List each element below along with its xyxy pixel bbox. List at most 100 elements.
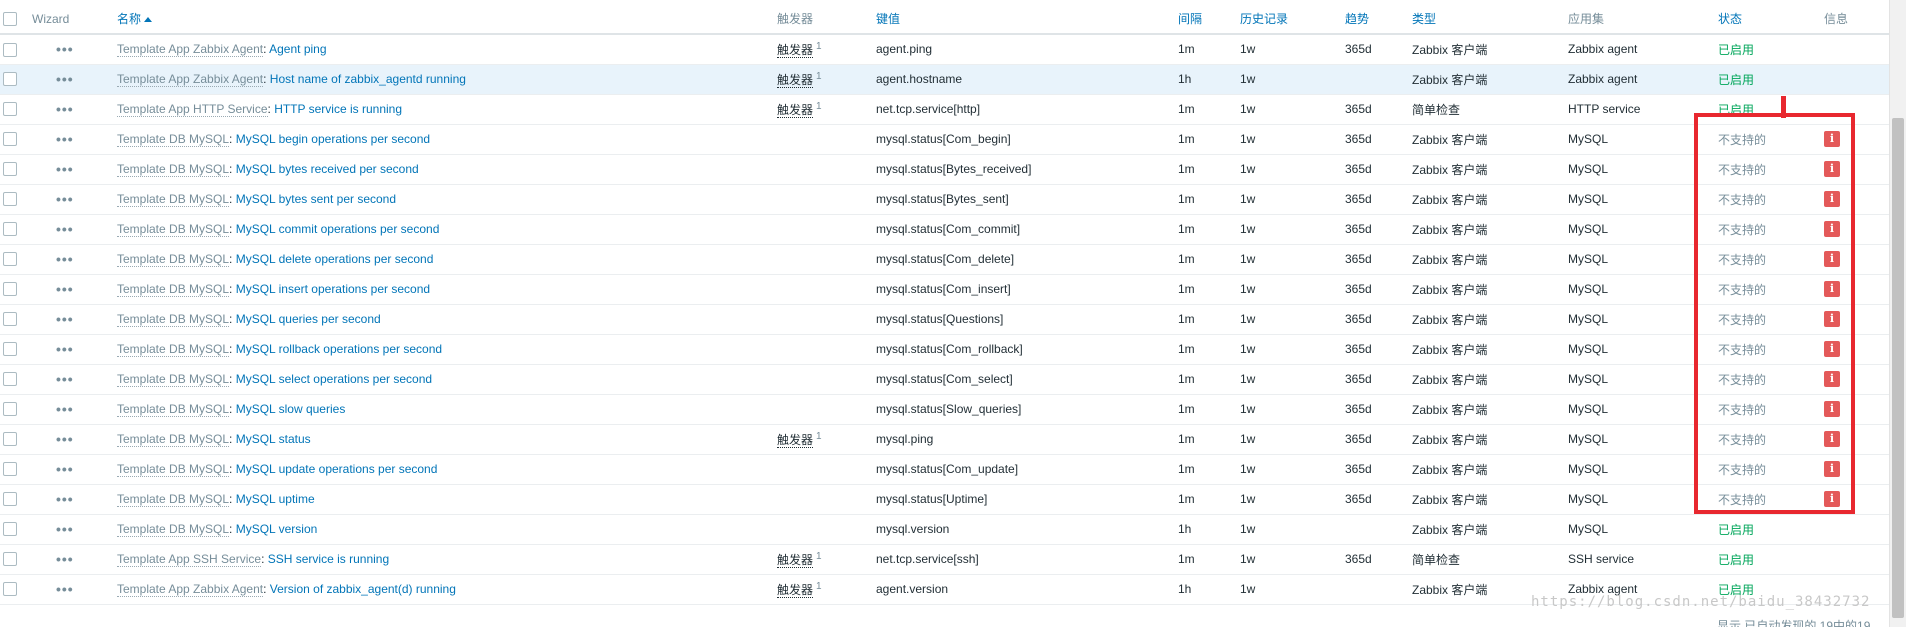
row-checkbox[interactable] [3,162,17,177]
row-checkbox[interactable] [3,282,17,297]
template-link[interactable]: Template DB MySQL [117,222,230,237]
scrollbar-thumb[interactable] [1892,118,1904,618]
item-name-link[interactable]: MySQL delete operations per second [236,252,434,266]
triggers-link[interactable]: 触发器 [777,552,814,568]
item-name-link[interactable]: MySQL uptime [236,492,315,506]
error-info-icon[interactable]: i [1824,371,1840,387]
item-name-link[interactable]: MySQL insert operations per second [236,282,430,296]
row-checkbox[interactable] [3,42,17,57]
item-name-link[interactable]: MySQL slow queries [236,402,346,416]
row-checkbox[interactable] [3,582,17,597]
header-history-link[interactable]: 历史记录 [1240,12,1288,26]
status-toggle-link[interactable]: 已启用 [1718,553,1754,567]
item-name-link[interactable]: MySQL status [236,432,311,446]
wizard-menu-icon[interactable]: ••• [56,191,74,207]
row-checkbox[interactable] [3,192,17,207]
row-checkbox[interactable] [3,72,17,87]
template-link[interactable]: Template App Zabbix Agent [117,42,264,58]
wizard-menu-icon[interactable]: ••• [56,401,74,417]
template-link[interactable]: Template DB MySQL [117,132,230,147]
header-type-link[interactable]: 类型 [1412,12,1436,26]
error-info-icon[interactable]: i [1824,341,1840,357]
template-link[interactable]: Template DB MySQL [117,282,230,297]
status-toggle-link[interactable]: 不支持的 [1718,403,1766,417]
error-info-icon[interactable]: i [1824,191,1840,207]
wizard-menu-icon[interactable]: ••• [56,431,74,447]
row-checkbox[interactable] [3,492,17,507]
item-name-link[interactable]: MySQL update operations per second [236,462,438,476]
header-status-link[interactable]: 状态 [1718,12,1742,26]
template-link[interactable]: Template DB MySQL [117,162,230,177]
wizard-menu-icon[interactable]: ••• [56,221,74,237]
error-info-icon[interactable]: i [1824,251,1840,267]
header-history[interactable]: 历史记录 [1240,4,1345,35]
status-toggle-link[interactable]: 已启用 [1718,103,1754,117]
wizard-menu-icon[interactable]: ••• [56,521,74,537]
status-toggle-link[interactable]: 已启用 [1718,43,1754,57]
row-checkbox[interactable] [3,252,17,267]
status-toggle-link[interactable]: 不支持的 [1718,223,1766,237]
item-name-link[interactable]: Version of zabbix_agent(d) running [270,582,456,596]
template-link[interactable]: Template DB MySQL [117,342,230,357]
item-name-link[interactable]: Host name of zabbix_agentd running [270,72,466,86]
row-checkbox[interactable] [3,522,17,537]
triggers-link[interactable]: 触发器 [777,102,814,118]
template-link[interactable]: Template DB MySQL [117,312,230,327]
row-checkbox[interactable] [3,402,17,417]
template-link[interactable]: Template DB MySQL [117,372,230,387]
template-link[interactable]: Template DB MySQL [117,522,230,537]
header-name[interactable]: 名称 [117,4,777,35]
template-link[interactable]: Template App HTTP Service [117,102,268,117]
header-trends-link[interactable]: 趋势 [1345,12,1369,26]
template-link[interactable]: Template DB MySQL [117,402,230,417]
error-info-icon[interactable]: i [1824,281,1840,297]
template-link[interactable]: Template DB MySQL [117,432,230,447]
item-name-link[interactable]: MySQL bytes sent per second [236,192,396,206]
item-name-link[interactable]: MySQL commit operations per second [236,222,440,236]
wizard-menu-icon[interactable]: ••• [56,311,74,327]
wizard-menu-icon[interactable]: ••• [56,461,74,477]
item-name-link[interactable]: MySQL queries per second [236,312,381,326]
select-all-checkbox[interactable] [3,11,17,26]
status-toggle-link[interactable]: 不支持的 [1718,163,1766,177]
header-status[interactable]: 状态 [1718,4,1824,35]
wizard-menu-icon[interactable]: ••• [56,41,74,57]
vertical-scrollbar[interactable] [1889,0,1906,627]
template-link[interactable]: Template App Zabbix Agent [117,582,264,597]
wizard-menu-icon[interactable]: ••• [56,71,74,87]
header-type[interactable]: 类型 [1412,4,1568,35]
row-checkbox[interactable] [3,372,17,387]
error-info-icon[interactable]: i [1824,401,1840,417]
status-toggle-link[interactable]: 不支持的 [1718,133,1766,147]
error-info-icon[interactable]: i [1824,431,1840,447]
status-toggle-link[interactable]: 不支持的 [1718,283,1766,297]
row-checkbox[interactable] [3,462,17,477]
row-checkbox[interactable] [3,222,17,237]
error-info-icon[interactable]: i [1824,221,1840,237]
status-toggle-link[interactable]: 不支持的 [1718,193,1766,207]
status-toggle-link[interactable]: 不支持的 [1718,313,1766,327]
wizard-menu-icon[interactable]: ••• [56,161,74,177]
status-toggle-link[interactable]: 不支持的 [1718,343,1766,357]
header-key-link[interactable]: 键值 [876,12,900,26]
status-toggle-link[interactable]: 已启用 [1718,73,1754,87]
wizard-menu-icon[interactable]: ••• [56,581,74,597]
row-checkbox[interactable] [3,312,17,327]
template-link[interactable]: Template DB MySQL [117,252,230,267]
wizard-menu-icon[interactable]: ••• [56,281,74,297]
template-link[interactable]: Template DB MySQL [117,192,230,207]
item-name-link[interactable]: MySQL bytes received per second [236,162,419,176]
error-info-icon[interactable]: i [1824,311,1840,327]
template-link[interactable]: Template DB MySQL [117,492,230,507]
item-name-link[interactable]: MySQL version [236,522,318,536]
header-key[interactable]: 键值 [876,4,1178,35]
status-toggle-link[interactable]: 不支持的 [1718,493,1766,507]
error-info-icon[interactable]: i [1824,161,1840,177]
wizard-menu-icon[interactable]: ••• [56,551,74,567]
wizard-menu-icon[interactable]: ••• [56,371,74,387]
status-toggle-link[interactable]: 已启用 [1718,523,1754,537]
status-toggle-link[interactable]: 不支持的 [1718,463,1766,477]
header-interval[interactable]: 间隔 [1178,4,1240,35]
status-toggle-link[interactable]: 不支持的 [1718,253,1766,267]
item-name-link[interactable]: Agent ping [269,42,326,56]
